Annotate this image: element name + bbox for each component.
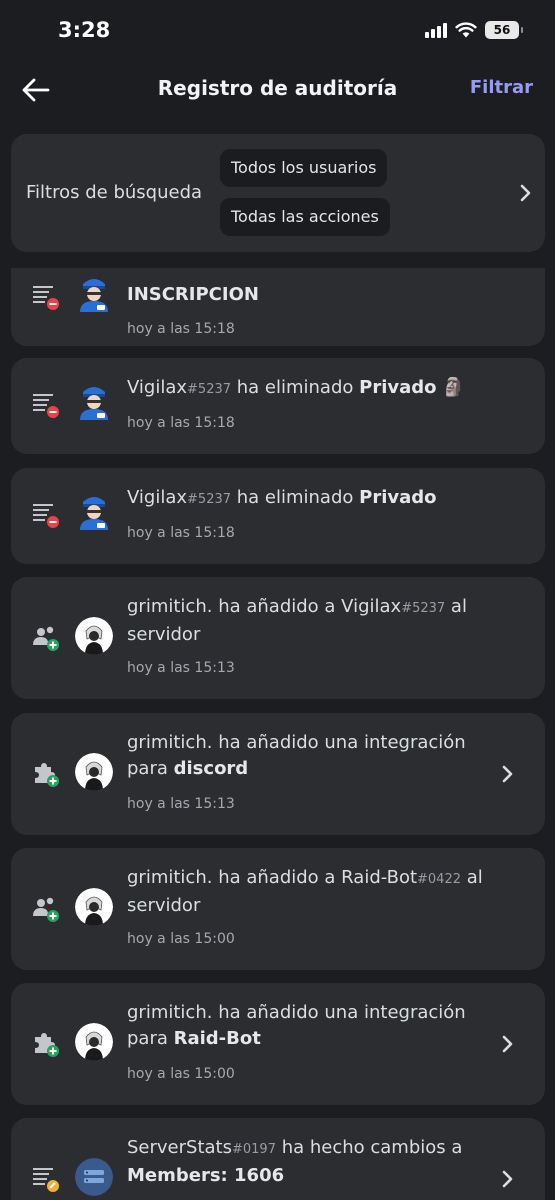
status-bar: 3:28 56 <box>0 0 555 62</box>
user-avatar <box>75 753 113 791</box>
audit-log-entry[interactable]: grimitich. ha añadido a Vigilax#5237 al … <box>11 577 545 699</box>
entry-description: grimitich. ha añadido una integración pa… <box>127 1002 466 1049</box>
bot-avatar <box>80 497 108 530</box>
audit-log-entry[interactable]: grimitich. ha añadido una integración pa… <box>11 983 545 1105</box>
chevron-right-icon <box>502 1170 513 1188</box>
entry-description: grimitich. ha añadido una integración pa… <box>127 732 466 779</box>
audit-log-entry[interactable]: Vigilax#5237 ha eliminado Privado hoy a … <box>11 468 545 564</box>
entry-description: ServerStats#0197 ha hecho cambios a Memb… <box>127 1137 463 1186</box>
chevron-right-icon <box>502 765 513 783</box>
entry-timestamp: hoy a las 15:18 <box>127 321 235 337</box>
cellular-signal-icon <box>425 22 447 38</box>
entry-description: Vigilax#5237 ha eliminado Privado <box>127 487 437 508</box>
chevron-right-icon <box>520 184 531 202</box>
member-add-icon <box>33 897 59 922</box>
channel-delete-icon <box>33 286 59 310</box>
entry-title: INSCRIPCION <box>127 284 259 305</box>
entry-timestamp: hoy a las 15:18 <box>127 415 235 431</box>
status-time: 3:28 <box>58 18 111 42</box>
user-avatar <box>75 617 113 655</box>
search-filters-card[interactable]: Filtros de búsqueda Todos los usuarios T… <box>11 134 545 252</box>
entry-timestamp: hoy a las 15:00 <box>127 1066 235 1082</box>
chevron-right-icon <box>502 1035 513 1053</box>
channel-update-icon <box>33 1168 59 1192</box>
member-add-icon <box>33 626 59 651</box>
entry-description: grimitich. ha añadido a Raid-Bot#0422 al… <box>127 867 483 916</box>
battery-icon: 56 <box>485 21 523 39</box>
integration-add-icon <box>35 763 59 787</box>
audit-log-entry[interactable]: Vigilax#5237 ha eliminado Privado 🗿 hoy … <box>11 358 545 454</box>
entry-timestamp: hoy a las 15:13 <box>127 796 235 812</box>
channel-delete-icon <box>33 394 59 418</box>
audit-log-list: INSCRIPCION hoy a las 15:18 Vigilax#5237… <box>0 268 555 1200</box>
bot-avatar <box>80 279 108 312</box>
entry-timestamp: hoy a las 15:00 <box>127 931 235 947</box>
serverstats-avatar <box>75 1158 113 1196</box>
entry-description: Vigilax#5237 ha eliminado Privado 🗿 <box>127 377 465 398</box>
filter-button[interactable]: Filtrar <box>470 77 533 98</box>
search-filters-label: Filtros de búsqueda <box>26 182 203 203</box>
user-avatar <box>75 1023 113 1061</box>
users-filter-chip[interactable]: Todos los usuarios <box>220 149 388 187</box>
entry-description: grimitich. ha añadido a Vigilax#5237 al … <box>127 596 467 645</box>
audit-log-entry[interactable]: grimitich. ha añadido a Raid-Bot#0422 al… <box>11 848 545 970</box>
audit-log-entry[interactable]: INSCRIPCION hoy a las 15:18 <box>11 268 545 346</box>
channel-delete-icon <box>33 504 59 528</box>
audit-log-entry[interactable]: grimitich. ha añadido una integración pa… <box>11 713 545 835</box>
actions-filter-chip[interactable]: Todas las acciones <box>220 198 390 236</box>
audit-log-entry[interactable]: ServerStats#0197 ha hecho cambios a Memb… <box>11 1118 545 1200</box>
user-avatar <box>75 888 113 926</box>
integration-add-icon <box>35 1033 59 1057</box>
moai-emoji: 🗿 <box>442 377 465 398</box>
audit-log-screen: 3:28 56 Registro de auditoría Filtrar Fi… <box>0 0 555 1200</box>
bot-avatar <box>80 387 108 420</box>
entry-timestamp: hoy a las 15:13 <box>127 660 235 676</box>
wifi-icon <box>455 22 477 38</box>
status-icons: 56 <box>425 21 523 39</box>
entry-timestamp: hoy a las 15:18 <box>127 525 235 541</box>
header: Registro de auditoría Filtrar <box>0 62 555 118</box>
